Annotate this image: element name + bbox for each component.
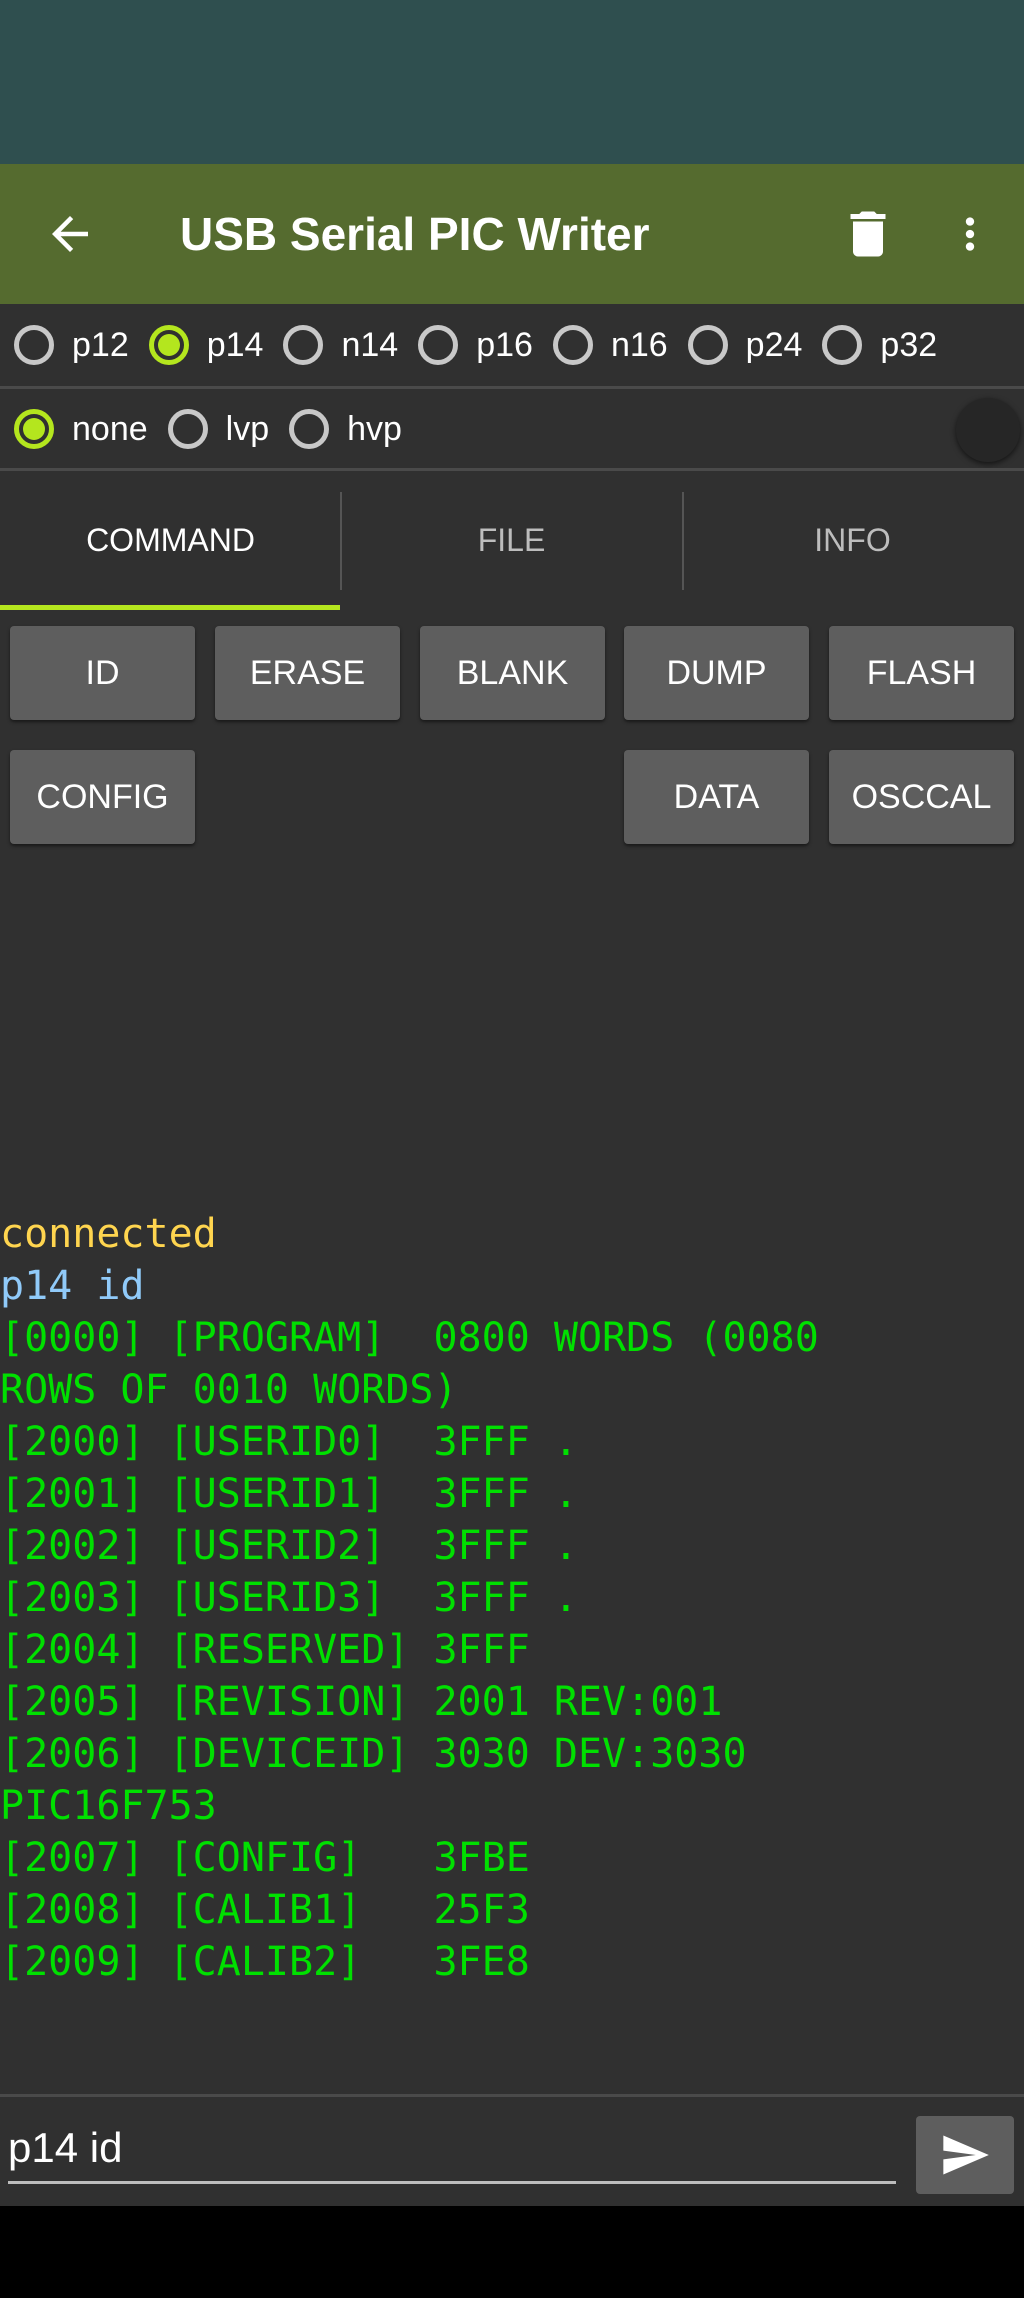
device-radio-p12[interactable]: p12 bbox=[14, 304, 135, 386]
device-radio-p24[interactable]: p24 bbox=[687, 304, 809, 386]
status-bar bbox=[0, 0, 1024, 164]
device-radio-n16[interactable]: n16 bbox=[552, 304, 674, 386]
arrow-back-icon bbox=[52, 216, 88, 252]
console-line: PIC16F753 bbox=[0, 1783, 217, 1829]
console-line: [2002] [USERID2] 3FFF . bbox=[0, 1523, 578, 1569]
console-line: [2005] [REVISION] 2001 REV:001 bbox=[0, 1679, 723, 1725]
radio-label: p12 bbox=[72, 325, 129, 364]
divider bbox=[0, 2094, 1024, 2097]
console-line: [0000] [PROGRAM] 0800 WORDS (0080 bbox=[0, 1315, 819, 1361]
send-icon bbox=[943, 2135, 989, 2175]
radio-unchecked-icon bbox=[167, 409, 208, 449]
radio-label: none bbox=[72, 409, 148, 448]
radio-unchecked-icon bbox=[687, 325, 728, 365]
console-line: [2001] [USERID1] 3FFF . bbox=[0, 1471, 578, 1517]
radio-label: n14 bbox=[341, 325, 399, 364]
radio-unchecked-icon bbox=[289, 409, 330, 449]
tab-separator bbox=[682, 492, 684, 590]
radio-unchecked-icon bbox=[552, 325, 593, 365]
device-radio-n14[interactable]: n14 bbox=[283, 304, 404, 386]
console-line: [2008] [CALIB1] 25F3 bbox=[0, 1887, 530, 1933]
erase-button[interactable]: ERASE bbox=[215, 626, 400, 720]
device-radio-p32[interactable]: p32 bbox=[822, 304, 943, 386]
navigation-bar bbox=[0, 2206, 1024, 2298]
app-toolbar: USB Serial PIC Writer bbox=[0, 164, 1024, 304]
console-line: [2006] [DEVICEID] 3030 DEV:3030 bbox=[0, 1731, 747, 1777]
console-line: [2000] [USERID0] 3FFF . bbox=[0, 1419, 578, 1465]
radio-label: p32 bbox=[880, 325, 938, 364]
flash-button[interactable]: FLASH bbox=[829, 626, 1014, 720]
device-type-radio-group: p12 p14 n14 p16 n16 p24 p32 bbox=[0, 304, 1024, 386]
tab-separator bbox=[340, 492, 342, 590]
radio-unchecked-icon bbox=[14, 325, 54, 365]
data-button[interactable]: DATA bbox=[624, 750, 809, 844]
device-radio-p16[interactable]: p16 bbox=[418, 304, 539, 386]
device-radio-p14[interactable]: p14 bbox=[148, 304, 270, 386]
radio-label: lvp bbox=[225, 409, 270, 448]
app-title: USB Serial PIC Writer bbox=[180, 208, 650, 260]
mode-radio-lvp[interactable]: lvp bbox=[167, 388, 275, 470]
radio-unchecked-icon bbox=[283, 325, 324, 365]
console-output: connected p14 id [0000] [PROGRAM] 0800 W… bbox=[0, 1208, 1024, 1988]
console-line: [2007] [CONFIG] 3FBE bbox=[0, 1835, 530, 1881]
send-button[interactable] bbox=[916, 2116, 1014, 2194]
more-vert-icon bbox=[965, 217, 975, 251]
radio-unchecked-icon bbox=[822, 325, 863, 365]
radio-label: p14 bbox=[206, 325, 264, 364]
blank-button[interactable]: BLANK bbox=[420, 626, 605, 720]
radio-label: p16 bbox=[476, 325, 533, 364]
radio-label: n16 bbox=[610, 325, 668, 364]
console-line: ROWS OF 0010 WORDS) bbox=[0, 1367, 458, 1413]
mode-radio-hvp[interactable]: hvp bbox=[289, 388, 408, 470]
clear-console-button[interactable] bbox=[838, 204, 898, 264]
tab-command[interactable]: COMMAND bbox=[0, 470, 341, 610]
programming-mode-radio-group: none lvp hvp bbox=[0, 388, 1024, 470]
console-line: [2004] [RESERVED] 3FFF bbox=[0, 1627, 530, 1673]
command-input[interactable] bbox=[8, 2114, 896, 2184]
back-button[interactable] bbox=[40, 207, 100, 261]
osccal-button[interactable]: OSCCAL bbox=[829, 750, 1014, 844]
tab-info[interactable]: INFO bbox=[682, 470, 1023, 610]
config-button[interactable]: CONFIG bbox=[10, 750, 195, 844]
console-line: connected bbox=[0, 1211, 217, 1257]
radio-label: p24 bbox=[745, 325, 803, 364]
toggle-switch[interactable] bbox=[956, 398, 1020, 462]
dump-button[interactable]: DUMP bbox=[624, 626, 809, 720]
console-line: [2009] [CALIB2] 3FE8 bbox=[0, 1939, 530, 1985]
console-line: p14 id bbox=[0, 1263, 145, 1309]
mode-radio-none[interactable]: none bbox=[14, 388, 154, 470]
radio-unchecked-icon bbox=[418, 325, 459, 365]
trash-icon bbox=[850, 211, 886, 257]
console-line: [2003] [USERID3] 3FFF . bbox=[0, 1575, 578, 1621]
tab-bar: COMMAND FILE INFO bbox=[0, 470, 1024, 610]
radio-checked-icon bbox=[14, 409, 54, 449]
tab-file[interactable]: FILE bbox=[341, 470, 682, 610]
id-button[interactable]: ID bbox=[10, 626, 195, 720]
radio-label: hvp bbox=[347, 409, 402, 448]
overflow-menu-button[interactable] bbox=[945, 204, 995, 264]
radio-checked-icon bbox=[148, 325, 189, 365]
